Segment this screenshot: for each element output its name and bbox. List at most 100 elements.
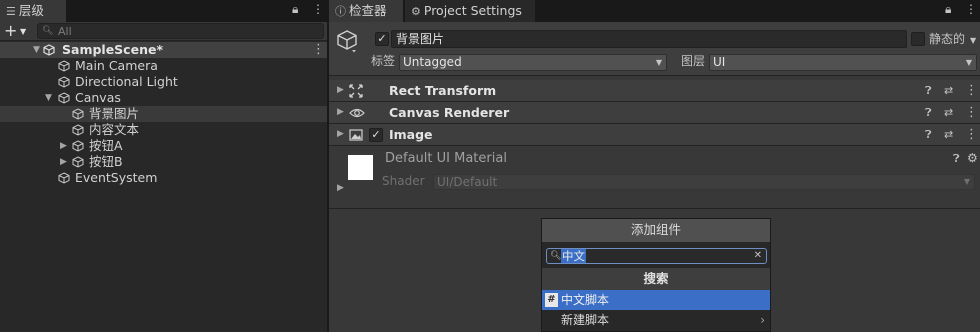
layer-label: 图层: [681, 54, 706, 68]
plus-icon: +: [4, 21, 18, 40]
component-title: Rect Transform: [389, 83, 497, 98]
lock-icon[interactable]: 🔒︎: [292, 2, 298, 17]
clear-search-icon[interactable]: ✕: [754, 249, 762, 263]
component-option-new-script[interactable]: 新建脚本 ›: [542, 310, 770, 330]
hierarchy-item-event-system[interactable]: EventSystem: [0, 170, 327, 186]
static-dropdown-icon[interactable]: ▼: [970, 32, 976, 49]
collapse-arrow-icon[interactable]: ▶: [60, 154, 67, 170]
help-icon[interactable]: ❓︎: [925, 80, 932, 101]
gameobject-cube-icon: [58, 172, 70, 184]
scene-kebab-icon[interactable]: ⋮: [312, 42, 325, 58]
add-component-popup: 添加组件 🔍︎ 中文 ✕ 搜索 # 中文脚本 新建脚本 ›: [541, 218, 771, 332]
gameobject-cube-icon: [58, 92, 70, 104]
component-option-chinese-script[interactable]: # 中文脚本: [542, 290, 770, 310]
list-icon: ☰: [6, 5, 16, 18]
tag-dropdown[interactable]: Untagged ▼: [399, 54, 667, 71]
info-icon: ⓘ: [335, 5, 346, 18]
tag-value: Untagged: [403, 55, 462, 69]
gameobject-cube-icon: [72, 140, 84, 152]
gear-icon: ⚙: [411, 5, 421, 18]
gameobject-cube-icon: [72, 156, 84, 168]
collapse-arrow-icon[interactable]: ▶: [337, 80, 344, 101]
static-checkbox[interactable]: [911, 32, 925, 46]
collapse-arrow-icon[interactable]: ▶: [60, 138, 67, 154]
tab-project-settings[interactable]: ⚙ Project Settings: [405, 0, 535, 22]
search-icon: 🔍︎: [42, 26, 54, 36]
help-icon[interactable]: ❓︎: [953, 152, 960, 166]
inspector-tab-bar: ⓘ 检查器 ⚙ Project Settings 🔒︎ ⋮: [329, 0, 980, 22]
hierarchy-item-label: Canvas: [75, 90, 121, 105]
presets-icon[interactable]: ⇄: [944, 124, 953, 145]
material-name: Default UI Material: [385, 151, 507, 166]
hierarchy-item-label: 按钮B: [89, 154, 123, 169]
search-results-header: 搜索: [542, 268, 770, 290]
layer-value: UI: [713, 55, 726, 69]
component-kebab-icon[interactable]: ⋮: [965, 102, 978, 123]
component-title: Canvas Renderer: [389, 105, 510, 120]
scene-name: SampleScene*: [62, 42, 163, 57]
hierarchy-item-main-camera[interactable]: Main Camera: [0, 58, 327, 74]
hierarchy-item-button-b[interactable]: ▶ 按钮B: [0, 154, 327, 170]
expand-arrow-icon[interactable]: ▼: [45, 90, 52, 106]
active-checkbox[interactable]: ✓: [375, 32, 389, 46]
shader-label: Shader: [382, 174, 425, 188]
shader-dropdown[interactable]: UI/Default ▼: [433, 174, 975, 190]
help-icon[interactable]: ❓︎: [925, 102, 932, 123]
hierarchy-toolbar: + ▼ 🔍︎: [0, 22, 327, 41]
hierarchy-tab-bar: ☰ 层级 🔒︎ ⋮: [0, 0, 327, 22]
hierarchy-panel: ☰层级 🔒︎ ⋮ +▼ 🔍︎ ▼ SampleScene* ⋮ Main Cam…: [0, 0, 327, 332]
presets-icon[interactable]: ⇄: [944, 102, 953, 123]
collapse-arrow-icon[interactable]: ▶: [337, 102, 344, 123]
expand-arrow-icon[interactable]: ▼: [33, 42, 40, 58]
add-component-button[interactable]: 添加组件: [542, 219, 770, 242]
tab-inspector-label: 检查器: [349, 3, 387, 18]
tag-label: 标签: [371, 54, 396, 68]
tab-hierarchy[interactable]: ☰ 层级: [0, 0, 66, 22]
component-title: Image: [389, 127, 433, 142]
component-canvas-renderer[interactable]: ▶ Canvas Renderer ❓︎ ⇄ ⋮: [329, 102, 980, 124]
presets-icon[interactable]: ⇄: [944, 80, 953, 101]
create-button[interactable]: + ▼: [4, 22, 30, 41]
hierarchy-item-button-a[interactable]: ▶ 按钮A: [0, 138, 327, 154]
shader-value: UI/Default: [437, 175, 498, 189]
hierarchy-search-input[interactable]: [58, 24, 308, 38]
chevron-right-icon: ›: [760, 313, 765, 327]
component-kebab-icon[interactable]: ⋮: [965, 124, 978, 145]
gear-icon[interactable]: ⚙: [967, 151, 978, 165]
hierarchy-item-content-text[interactable]: 内容文本: [0, 122, 327, 138]
hierarchy-item-label: 按钮A: [89, 138, 123, 153]
hierarchy-item-background-image[interactable]: 背景图片: [0, 106, 327, 122]
rect-transform-icon: [349, 84, 363, 98]
component-option-label: 中文脚本: [561, 293, 610, 307]
gameobject-icon[interactable]: [336, 29, 358, 53]
scene-row[interactable]: ▼ SampleScene* ⋮: [0, 42, 327, 58]
chevron-down-icon: ▼: [963, 177, 970, 186]
component-image[interactable]: ▶ ✓ Image ❓︎ ⇄ ⋮: [329, 124, 980, 146]
object-name-field[interactable]: 背景图片: [391, 30, 907, 48]
add-component-search[interactable]: 🔍︎ 中文 ✕: [546, 248, 767, 264]
chevron-down-icon: ▼: [655, 58, 662, 67]
kebab-menu-icon[interactable]: ⋮: [965, 2, 977, 16]
tab-project-settings-label: Project Settings: [423, 3, 522, 18]
lock-icon[interactable]: 🔒︎: [945, 2, 951, 17]
material-preview-swatch[interactable]: [348, 155, 373, 180]
gameobject-cube-icon: [58, 60, 70, 72]
material-section: Default UI Material ▶ Shader UI/Default …: [329, 146, 980, 209]
image-icon: [349, 129, 363, 141]
image-enabled-checkbox[interactable]: ✓: [369, 128, 383, 142]
unity-scene-icon: [43, 44, 55, 56]
gameobject-cube-icon: [58, 76, 70, 88]
collapse-arrow-icon[interactable]: ▶: [337, 124, 344, 145]
component-rect-transform[interactable]: ▶ Rect Transform ❓︎ ⇄ ⋮: [329, 80, 980, 102]
search-icon: 🔍︎: [550, 251, 562, 261]
hierarchy-item-canvas[interactable]: ▼ Canvas: [0, 90, 327, 106]
layer-dropdown[interactable]: UI ▼: [709, 54, 977, 71]
help-icon[interactable]: ❓︎: [925, 124, 932, 145]
material-expand-arrow-icon[interactable]: ▶: [337, 183, 344, 193]
component-kebab-icon[interactable]: ⋮: [965, 80, 978, 101]
add-component-search-query[interactable]: 中文: [561, 249, 586, 263]
tab-inspector[interactable]: ⓘ 检查器: [329, 0, 403, 22]
hierarchy-item-directional-light[interactable]: Directional Light: [0, 74, 327, 90]
hierarchy-search[interactable]: 🔍︎: [37, 23, 324, 39]
kebab-menu-icon[interactable]: ⋮: [312, 2, 324, 16]
